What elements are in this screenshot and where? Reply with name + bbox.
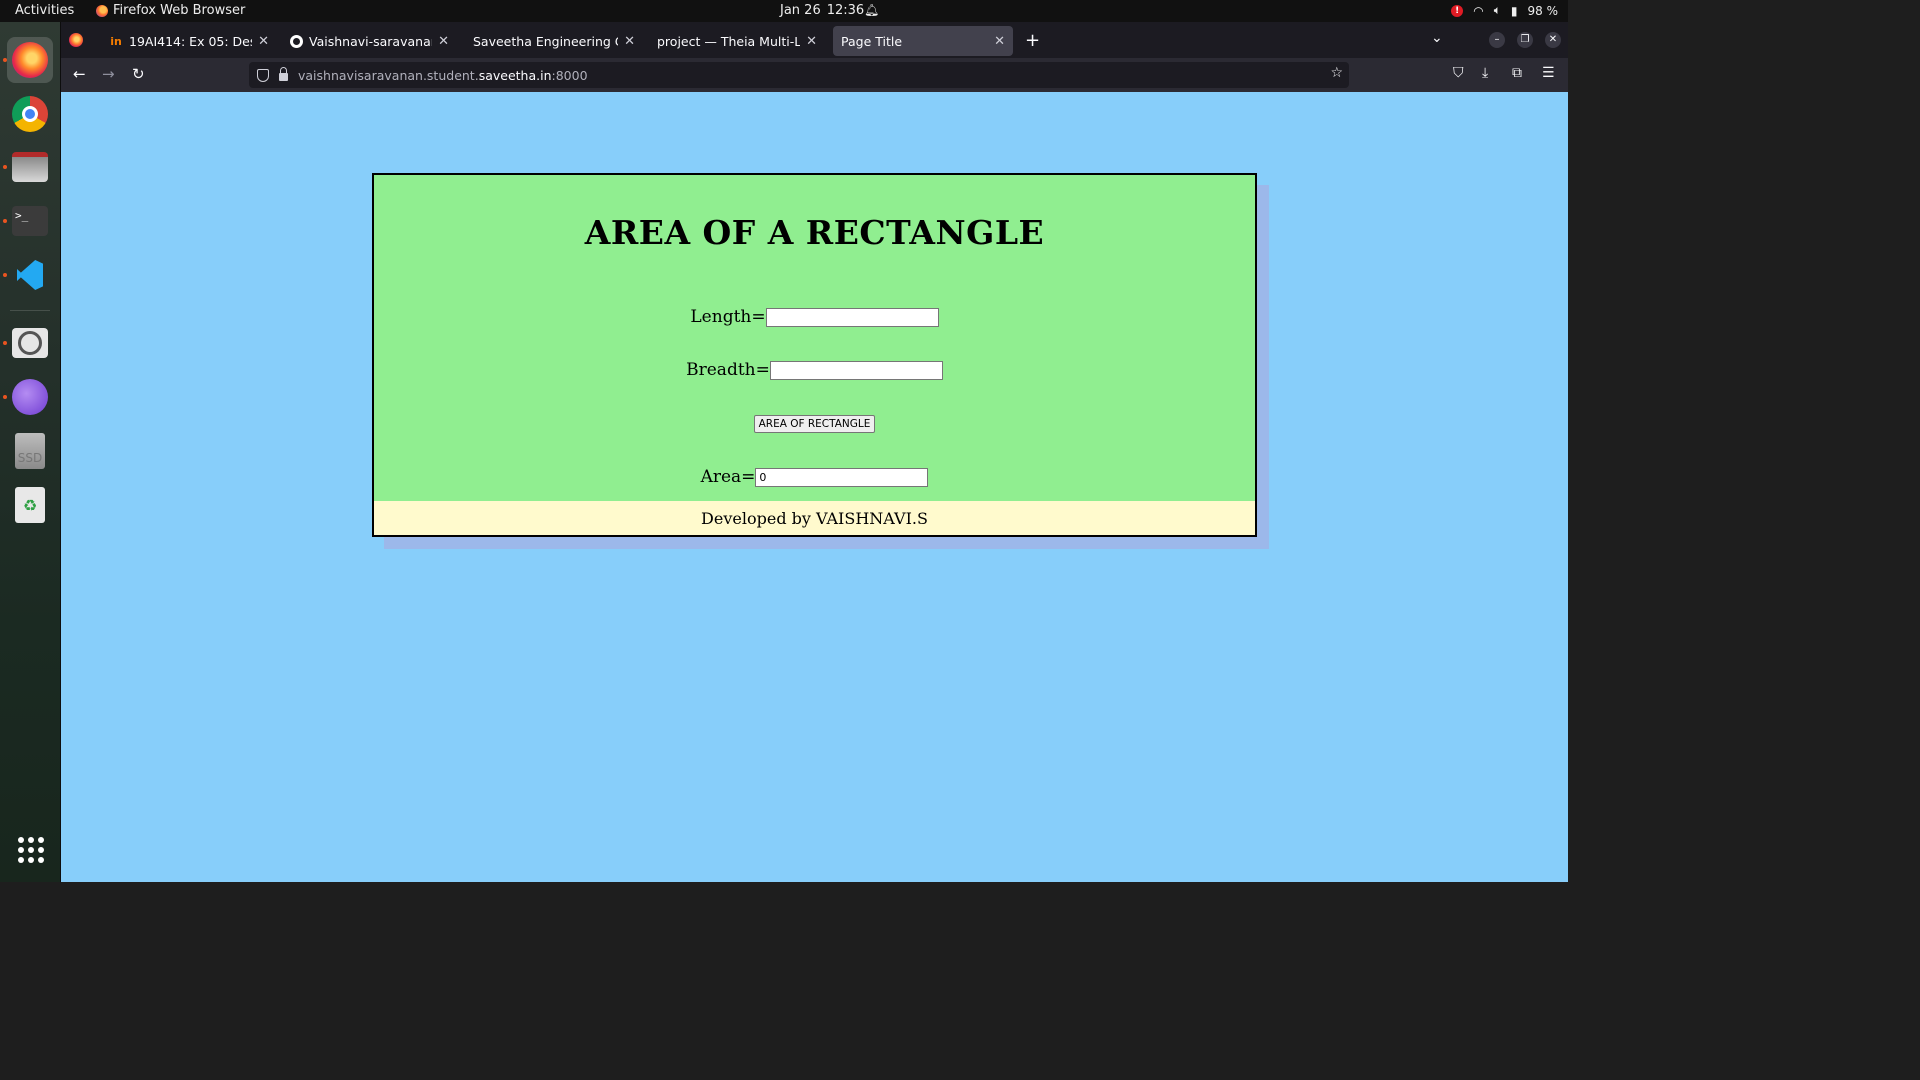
in-icon: in	[110, 34, 122, 48]
dock-drive[interactable]: SSD	[7, 428, 53, 474]
dock-chrome[interactable]	[7, 91, 53, 137]
clock[interactable]: Jan 26 12:36	[780, 3, 864, 18]
breadth-input[interactable]	[769, 360, 943, 380]
trash-icon: ♻	[15, 487, 45, 523]
tab-title: Page Title	[841, 33, 903, 49]
area-row: Area=	[374, 467, 1255, 487]
activities-button[interactable]: Activities	[15, 3, 74, 18]
url-text[interactable]: vaishnavisaravanan.student.saveetha.in:8…	[298, 68, 588, 83]
close-window-icon[interactable]: ✕	[1545, 32, 1561, 48]
alert-icon: !	[1451, 4, 1464, 17]
area-output[interactable]	[755, 467, 929, 487]
magnifier-icon	[12, 328, 48, 358]
close-tab-icon[interactable]: ✕	[806, 34, 817, 49]
wifi-icon: ◠	[1473, 3, 1484, 18]
dock-image-viewer[interactable]	[7, 320, 53, 366]
calculate-area-button[interactable]: AREA OF RECTANGLE	[753, 415, 876, 433]
length-input[interactable]	[765, 307, 939, 327]
tab-item[interactable]: Saveetha Engineering Colleg ✕	[465, 26, 643, 56]
system-top-bar: Activities Firefox Web Browser Jan 26 12…	[0, 0, 1568, 22]
page-footer: Developed by VAISHNAVI.S	[374, 501, 1255, 535]
clock-time: 12:36	[826, 3, 865, 18]
tab-title: 19AI414: Ex 05: Design a	[129, 33, 252, 49]
button-row: AREA OF RECTANGLE	[374, 415, 1255, 433]
nav-toolbar: ← → ↻ vaishnavisaravanan.student.saveeth…	[61, 58, 1568, 92]
tab-bar: in 19AI414: Ex 05: Design a ✕ Vaishnavi-…	[61, 22, 1568, 58]
app-name: Firefox Web Browser	[113, 3, 246, 18]
back-icon[interactable]: ←	[73, 65, 86, 83]
tab-item[interactable]: in 19AI414: Ex 05: Design a ✕	[101, 26, 277, 56]
show-apps-grid-icon[interactable]	[18, 837, 44, 863]
length-label: Length=	[690, 307, 766, 327]
tracking-protection-icon[interactable]	[257, 68, 269, 82]
volume-muted-icon: 🔈︎	[1493, 3, 1501, 17]
notification-bell-icon[interactable]: 🔔︎	[864, 3, 879, 17]
restore-icon[interactable]: ❐	[1517, 32, 1533, 48]
drive-icon: SSD	[15, 433, 45, 469]
new-tab-icon[interactable]: +	[1025, 30, 1040, 51]
bookmark-star-icon[interactable]: ☆	[1330, 65, 1343, 81]
page-title: AREA OF A RECTANGLE	[584, 213, 1045, 252]
close-tab-icon[interactable]: ✕	[438, 34, 449, 49]
tab-item-active[interactable]: Page Title ✕	[833, 26, 1013, 56]
tab-title: Vaishnavi-saravanan/serv	[309, 33, 432, 49]
firefox-icon	[12, 42, 48, 78]
page-viewport: AREA OF A RECTANGLE Length= Breadth= ARE…	[61, 92, 1568, 882]
dock-vscode[interactable]	[7, 252, 53, 298]
downloads-icon[interactable]: ⤓	[1482, 65, 1488, 81]
pocket-icon[interactable]: ⛉	[1453, 65, 1464, 81]
firefox-view-icon[interactable]	[69, 33, 83, 47]
length-row: Length=	[374, 307, 1255, 327]
extensions-icon[interactable]: ⧉	[1512, 65, 1522, 81]
tab-item[interactable]: project — Theia Multi-Langu ✕	[649, 26, 825, 56]
area-label: Area=	[700, 467, 756, 487]
menu-icon[interactable]: ☰	[1542, 65, 1555, 81]
battery-level: 98 %	[1527, 3, 1559, 18]
dock-trash[interactable]: ♻	[7, 482, 53, 528]
dock-files[interactable]	[7, 144, 53, 190]
url-bar[interactable]: vaishnavisaravanan.student.saveetha.in:8…	[249, 62, 1349, 88]
tab-title: project — Theia Multi-Langu	[657, 33, 801, 49]
terminal-icon: >_	[12, 206, 48, 236]
system-tray[interactable]: ! ◠ 🔈︎ ▮ 98 %	[1451, 3, 1558, 18]
dock-firefox[interactable]	[7, 37, 53, 83]
dock-terminal[interactable]: >_	[7, 198, 53, 244]
reload-icon[interactable]: ↻	[132, 65, 145, 83]
tab-title: Saveetha Engineering Colleg	[473, 33, 618, 49]
list-all-tabs-icon[interactable]: ⌄	[1431, 30, 1443, 46]
dock-separator	[10, 310, 50, 311]
firefox-icon	[96, 4, 108, 17]
vscode-icon	[13, 258, 47, 292]
close-tab-icon[interactable]: ✕	[994, 34, 1005, 49]
breadth-label: Breadth=	[686, 360, 770, 380]
close-tab-icon[interactable]: ✕	[258, 34, 269, 49]
clock-date: Jan 26	[780, 3, 821, 18]
tab-item[interactable]: Vaishnavi-saravanan/serv ✕	[281, 26, 457, 56]
breadth-row: Breadth=	[374, 360, 1255, 380]
lock-icon[interactable]	[279, 67, 288, 81]
files-icon	[12, 152, 48, 182]
area-calculator-card: AREA OF A RECTANGLE Length= Breadth= ARE…	[372, 173, 1257, 537]
battery-icon: ▮	[1510, 3, 1518, 18]
close-tab-icon[interactable]: ✕	[624, 34, 635, 49]
forward-icon[interactable]: →	[102, 65, 115, 83]
app-menu[interactable]: Firefox Web Browser	[96, 3, 245, 18]
globe-icon	[12, 379, 48, 415]
minimize-icon[interactable]: –	[1489, 32, 1505, 48]
dock-browser[interactable]	[7, 374, 53, 420]
dock: >_ SSD ♻	[0, 22, 61, 882]
github-icon	[289, 34, 303, 48]
chrome-icon	[12, 96, 48, 132]
